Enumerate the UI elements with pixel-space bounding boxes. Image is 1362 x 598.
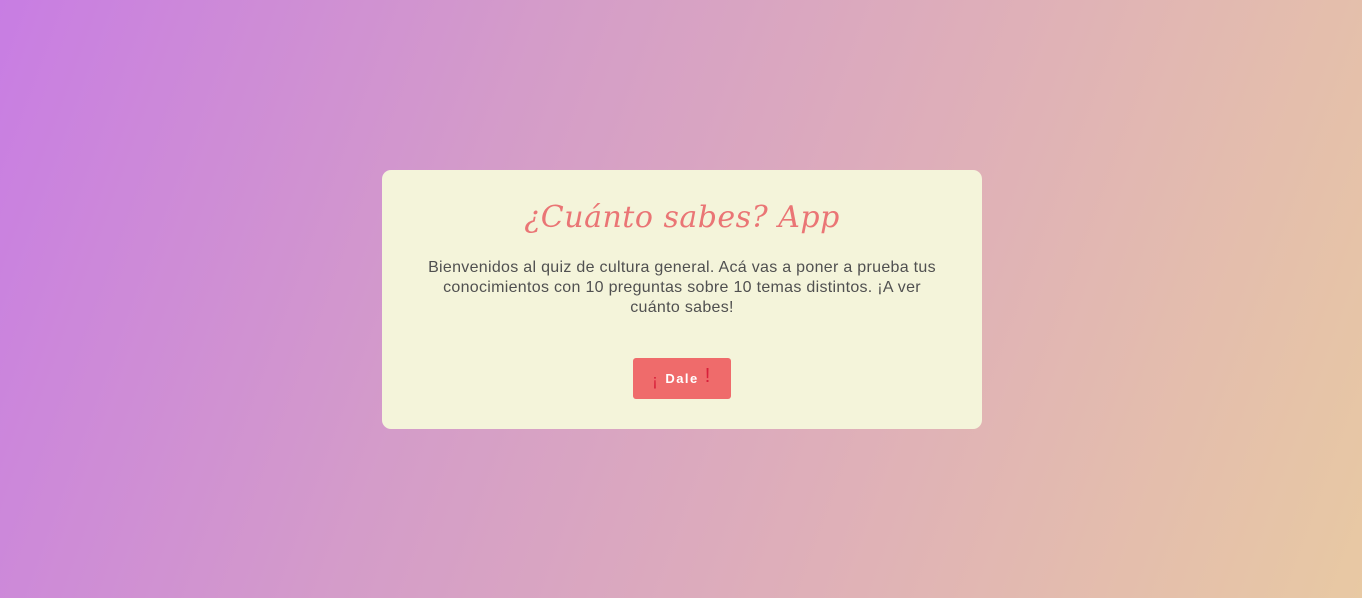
start-quiz-button[interactable]: ¡ Dale ! [633, 358, 731, 399]
close-exclamation-icon: ! [704, 365, 712, 387]
app-title: ¿Cuánto sabes? App [524, 200, 840, 235]
welcome-card: ¿Cuánto sabes? App Bienvenidos al quiz d… [382, 170, 982, 429]
welcome-text: Bienvenidos al quiz de cultura general. … [428, 259, 936, 316]
open-exclamation-icon: ¡ [652, 370, 660, 390]
start-button-label: Dale [665, 371, 699, 386]
